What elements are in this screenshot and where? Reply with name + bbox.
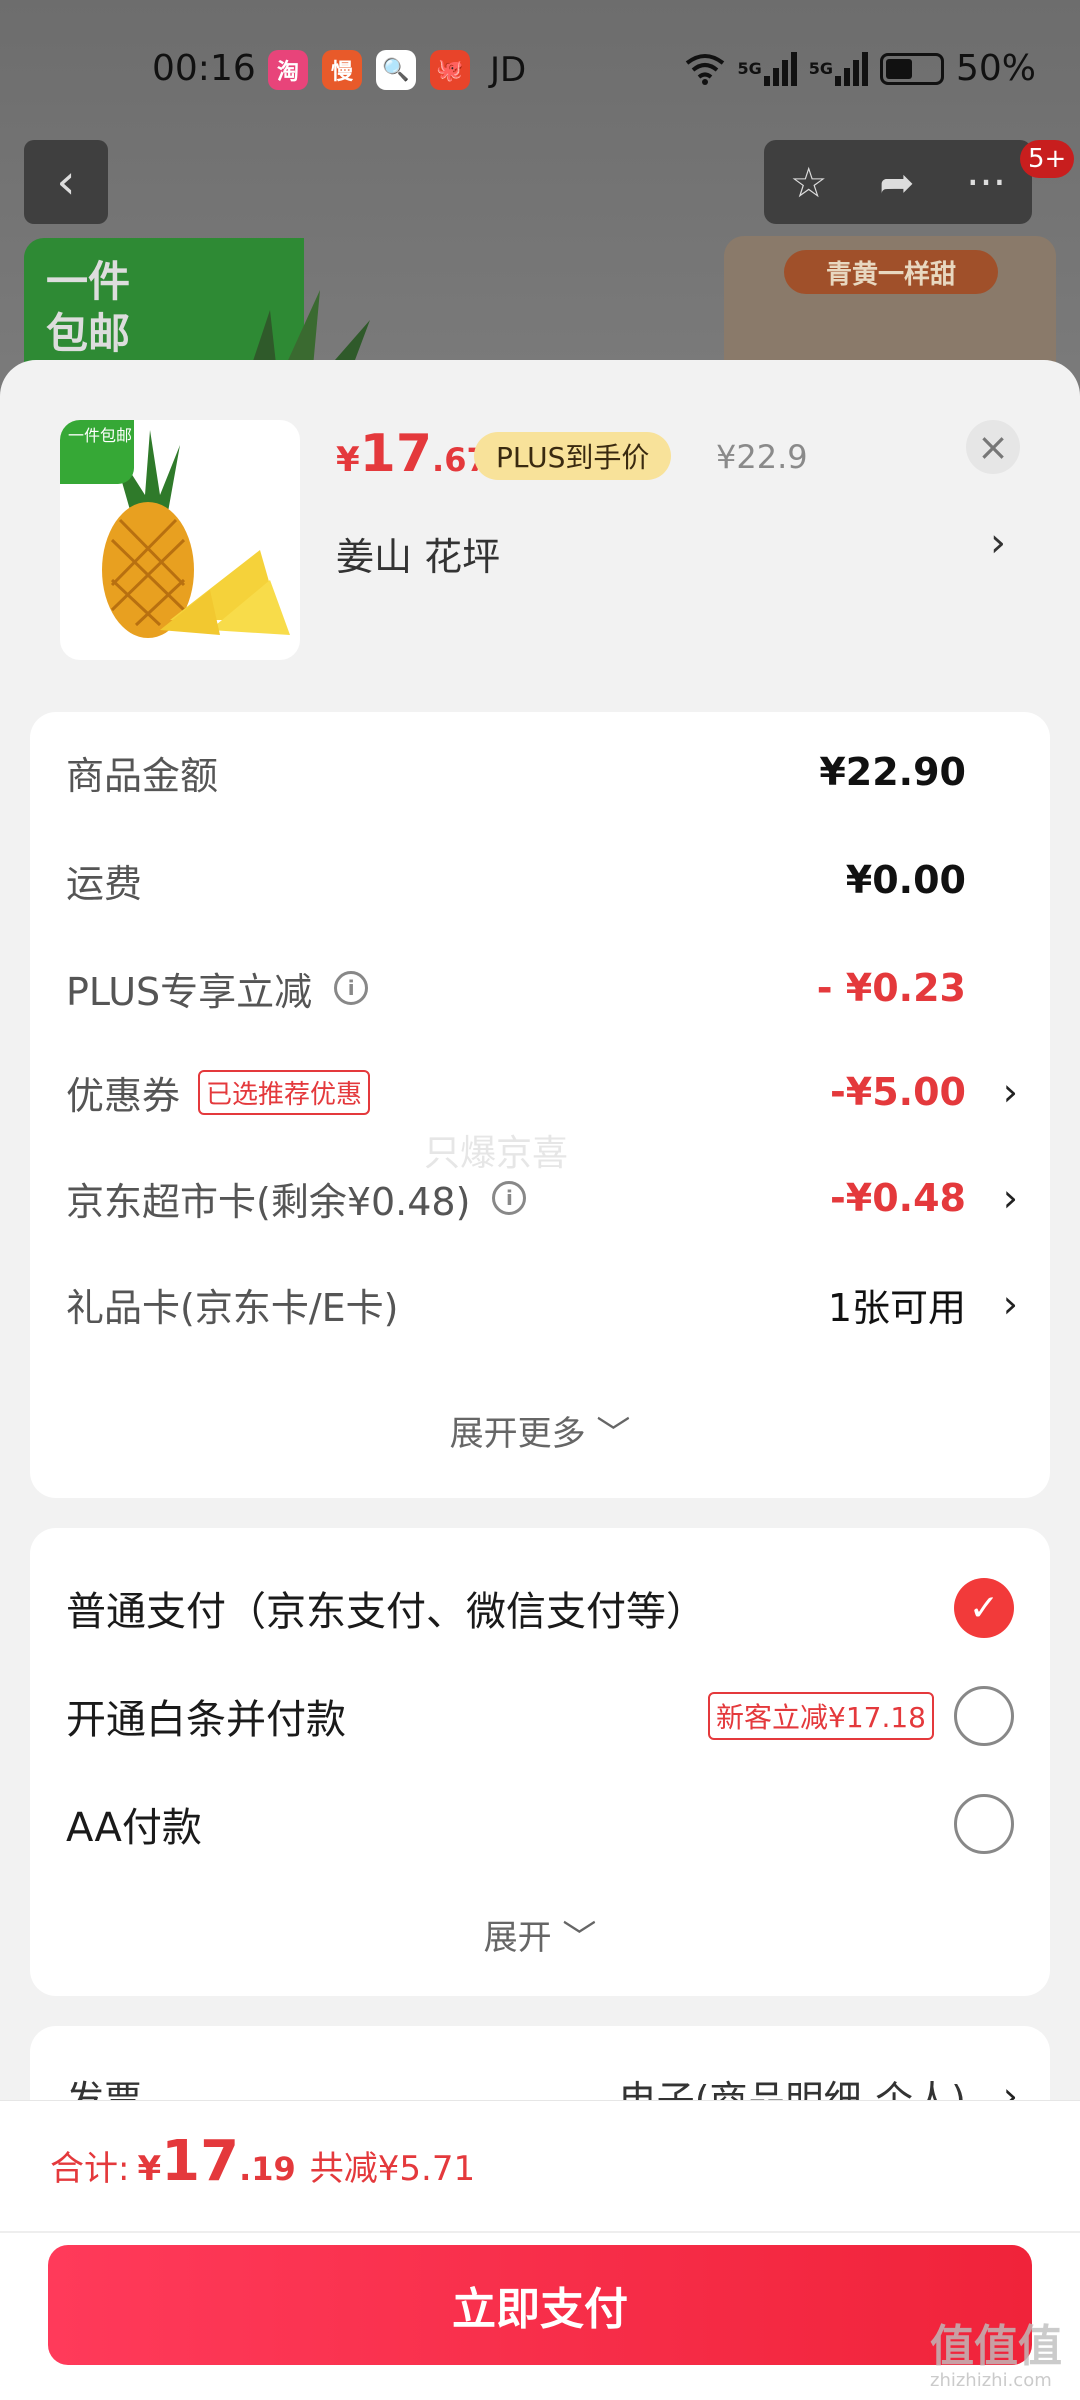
payment-option-baitiao[interactable]: 开通白条并付款 新客立减¥17.18: [66, 1684, 1014, 1748]
plus-price-badge: PLUS到手价: [474, 432, 672, 480]
total-decimal: .19: [239, 2150, 296, 2188]
summary-label: 运费: [66, 861, 143, 906]
product-image: 一件包邮: [60, 420, 300, 660]
summary-label: 京东超市卡(剩余¥0.48): [66, 1179, 471, 1224]
summary-value: - ¥0.23: [816, 966, 966, 1010]
pay-now-button[interactable]: 立即支付: [48, 2245, 1032, 2365]
close-button[interactable]: ×: [966, 420, 1020, 474]
invoice-label: 发票: [66, 2077, 143, 2101]
price-symbol: ¥: [336, 440, 360, 480]
chevron-right-icon[interactable]: ›: [990, 520, 1006, 566]
product-tag: 一件包邮: [60, 420, 134, 484]
order-total: 合计: ¥ 17 .19 共减¥5.71: [50, 2129, 475, 2194]
radio-checked[interactable]: ✓: [954, 1578, 1014, 1638]
info-icon[interactable]: i: [492, 1181, 527, 1215]
product-price: ¥ 17 .67: [336, 424, 489, 484]
battery-icon: [879, 52, 944, 85]
watermark-text: 值值值: [930, 2321, 1062, 2372]
original-price: ¥22.9: [716, 438, 808, 476]
network-5g-label-1: 5G: [737, 59, 762, 78]
network-5g-label-2: 5G: [808, 59, 833, 78]
status-bar: 00:16 淘 慢 🔍 🐙 JD 5G 5G 50%: [0, 0, 1080, 140]
chevron-right-icon: ›: [1002, 1176, 1018, 1220]
message-badge: 5+: [1020, 140, 1075, 178]
summary-row-coupon[interactable]: 优惠券 已选推荐优惠 -¥5.00 ›: [66, 1062, 1020, 1122]
summary-row-shipping: 运费 ¥0.00: [66, 850, 1020, 910]
summary-label: 礼品卡(京东卡/E卡): [66, 1285, 399, 1330]
summary-label: 优惠券: [66, 1073, 181, 1118]
total-discount: 共减¥5.71: [309, 2149, 476, 2189]
new-user-discount-tag: 新客立减¥17.18: [708, 1692, 934, 1740]
site-watermark: 值值值 zhizhizhi.com: [930, 2310, 1062, 2391]
close-icon: ×: [977, 425, 1009, 469]
summary-row-goods: 商品金额 ¥22.90: [66, 742, 1020, 802]
summary-value: -¥0.48: [830, 1176, 966, 1220]
star-icon[interactable]: ☆: [790, 158, 828, 207]
payment-label: 普通支付（京东支付、微信支付等）: [66, 1589, 706, 1635]
summary-value: ¥22.90: [819, 750, 966, 794]
octopus-app-icon: 🐙: [430, 50, 470, 90]
battery-level: 50%: [955, 48, 1036, 89]
status-indicators: 5G 5G 50%: [685, 48, 1036, 89]
summary-value: ¥0.00: [845, 858, 966, 902]
chevron-right-icon: ›: [1002, 2074, 1018, 2100]
expand-more-button[interactable]: 展开更多 ﹀: [30, 1406, 1050, 1455]
total-label: 合计:: [50, 2149, 130, 2189]
summary-label: PLUS专享立减: [66, 969, 313, 1014]
promo-left-text: 一件包邮: [46, 257, 131, 358]
radio-unchecked[interactable]: [954, 1686, 1014, 1746]
invoice-row[interactable]: 发票 电子(商品明细-个人) ›: [66, 2066, 1020, 2100]
wifi-icon: [686, 53, 725, 85]
divider: [0, 2231, 1080, 2233]
checkout-bar: 合计: ¥ 17 .19 共减¥5.71 立即支付: [0, 2100, 1080, 2400]
payment-label: 开通白条并付款: [66, 1697, 346, 1743]
radio-unchecked[interactable]: [954, 1794, 1014, 1854]
summary-value: 1张可用: [827, 1285, 966, 1330]
payment-option-aa[interactable]: AA付款: [66, 1792, 1014, 1856]
chevron-right-icon: ›: [1002, 1070, 1018, 1114]
checkout-sheet: 一件包邮 ¥ 17 .67 PLUS到手价 ¥22.9 × 姜山 花坪 › 商品…: [0, 360, 1080, 2100]
promo-right-label: 青黄一样甜: [784, 250, 998, 294]
check-icon: ✓: [968, 1587, 1000, 1629]
watermark-center: 只爆京喜: [424, 1133, 569, 1174]
payment-label: AA付款: [66, 1805, 202, 1851]
total-integer: 17: [161, 2129, 240, 2194]
total-symbol: ¥: [137, 2149, 162, 2189]
top-actions: ☆ ➦ ···: [764, 140, 1032, 224]
invoice-card[interactable]: 发票 电子(商品明细-个人) ›: [30, 2026, 1050, 2100]
jd-app-label: JD: [490, 50, 527, 90]
summary-label: 商品金额: [66, 753, 219, 798]
info-icon[interactable]: i: [334, 971, 369, 1005]
share-icon[interactable]: ➦: [879, 158, 914, 207]
payment-option-normal[interactable]: 普通支付（京东支付、微信支付等） ✓: [66, 1576, 1014, 1640]
invoice-value: 电子(商品明细-个人): [618, 2077, 966, 2101]
chevron-left-icon: ‹: [56, 154, 76, 210]
summary-value: -¥5.00: [830, 1070, 966, 1114]
summary-row-plus: PLUS专享立减 i - ¥0.23: [66, 958, 1020, 1018]
status-time: 00:16: [152, 48, 256, 89]
taobao-app-icon: 淘: [268, 50, 308, 90]
signal-icon-2: [834, 51, 868, 86]
price-integer: 17: [359, 424, 433, 484]
watermark-url: zhizhizhi.com: [930, 2370, 1052, 2391]
more-icon[interactable]: ···: [966, 158, 1006, 207]
signal-icon: [763, 51, 797, 86]
coupon-tag: 已选推荐优惠: [198, 1069, 371, 1115]
status-app-icons: 淘 慢 🔍 🐙 JD: [268, 50, 526, 90]
background-page: 00:16 淘 慢 🔍 🐙 JD 5G 5G 50% ‹ ☆ ➦ ··· 5+ …: [0, 0, 1080, 400]
expand-payment-button[interactable]: 展开 ﹀: [30, 1910, 1050, 1959]
product-spec[interactable]: 姜山 花坪: [336, 526, 500, 581]
summary-row-gift-card[interactable]: 礼品卡(京东卡/E卡) 1张可用 ›: [66, 1274, 1020, 1334]
back-button[interactable]: ‹: [24, 140, 108, 224]
chevron-right-icon: ›: [1002, 1282, 1018, 1326]
search-app-icon: 🔍: [376, 50, 416, 90]
order-summary-card: 商品金额 ¥22.90 运费 ¥0.00 PLUS专享立减 i - ¥0.23 …: [30, 712, 1050, 1498]
man-app-icon: 慢: [322, 50, 362, 90]
payment-method-card: 普通支付（京东支付、微信支付等） ✓ 开通白条并付款 新客立减¥17.18 AA…: [30, 1528, 1050, 1996]
summary-row-market-card[interactable]: 京东超市卡(剩余¥0.48) i -¥0.48 ›: [66, 1168, 1020, 1228]
